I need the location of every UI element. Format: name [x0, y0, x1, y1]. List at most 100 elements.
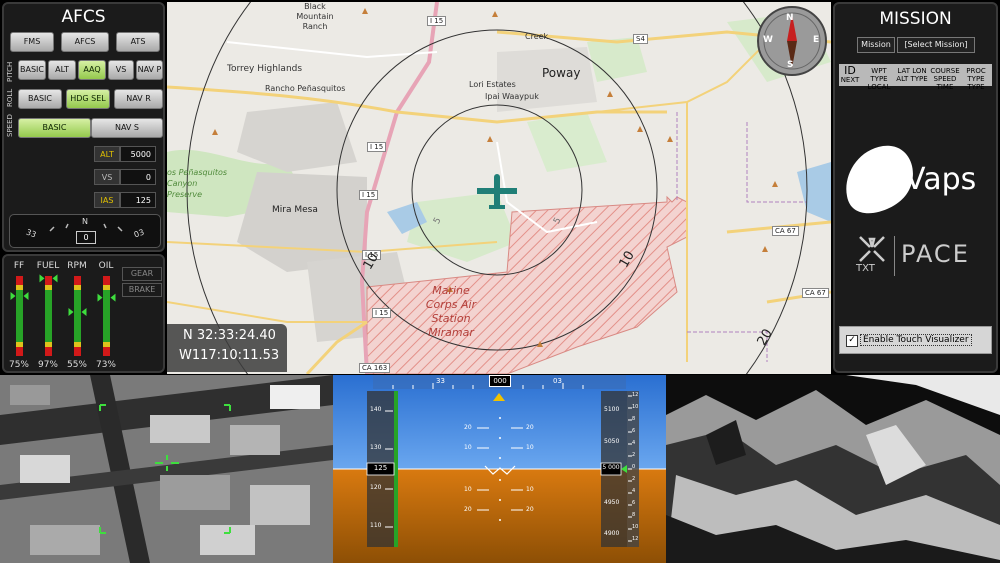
map-label-ipai: Ipai Waaypuk	[485, 92, 539, 101]
oil-gauge-pointer	[97, 293, 116, 302]
compass-w: W	[763, 35, 773, 45]
pfd-alt-4900: 4900	[604, 530, 620, 537]
rpm-gauge-value: 55%	[66, 360, 87, 370]
pfd-pitch-10-up-left: 10	[464, 444, 472, 451]
mission-panel: MISSION Mission [Select Mission] ID NEXT…	[833, 2, 998, 373]
pfd-pitch-20-down-left: 20	[464, 506, 472, 513]
afcs-title: AFCS	[61, 7, 106, 27]
mission-button[interactable]: Mission	[857, 37, 895, 53]
rpm-gauge-pointer	[68, 308, 87, 316]
fuel-gauge-pointer	[39, 274, 58, 283]
primary-flight-display[interactable]: 33 000 03 140 130 125 120 110 5100 5050 …	[333, 375, 666, 563]
road-label-i15-a: I 15	[427, 16, 447, 26]
pfd-pitch-20-down-right: 20	[526, 506, 534, 513]
speed-label: SPEED	[6, 114, 14, 137]
gear-indicator: GEAR	[122, 267, 162, 281]
sensor-video-right[interactable]	[666, 375, 1000, 563]
vs-readout-label: VS	[94, 169, 120, 185]
roll-label: ROLL	[6, 88, 14, 107]
pfd-speed-130: 130	[370, 444, 382, 451]
pfd-heading-current: 000	[489, 375, 511, 387]
ff-gauge-value: 75%	[8, 360, 29, 370]
map-label-poway: Poway	[542, 66, 581, 80]
pitch-basic-button[interactable]: BASIC	[18, 60, 46, 80]
oil-gauge-value: 73%	[95, 360, 116, 370]
heading-tape-center: N	[82, 217, 88, 226]
gauge-pointers	[10, 274, 116, 316]
roll-hdg-sel-button[interactable]: HDG SEL	[66, 89, 110, 109]
pfd-pitch-10-up-right: 10	[526, 444, 534, 451]
coordinates-readout: N 32:33:24.40 W117:10:11.53	[167, 324, 287, 372]
map-label-creek: Creek	[525, 32, 549, 41]
txt-logo-text: TXT	[856, 263, 875, 274]
pfd-speed-140: 140	[370, 406, 382, 413]
pfd-speed-110: 110	[370, 522, 382, 529]
latitude-text: N 32:33:24.40	[183, 328, 276, 343]
logo-divider	[894, 236, 895, 276]
sensor-video-right-image	[666, 375, 1000, 563]
road-label-i15-b: I 15	[367, 142, 387, 152]
road-label-ca67-a: CA 67	[772, 226, 799, 236]
compass-n: N	[786, 13, 794, 23]
txt-logo-icon	[859, 236, 885, 262]
moving-map[interactable]: Black Mountain Ranch Torrey Highlands Ra…	[167, 2, 831, 374]
road-label-s4: S4	[633, 34, 648, 44]
brake-indicator: BRAKE	[122, 283, 162, 297]
pfd-alt-4950: 4950	[604, 499, 620, 506]
ias-readout-value[interactable]: 125	[120, 192, 156, 208]
map-label-torrey: Torrey Highlands	[227, 64, 303, 74]
mission-title: MISSION	[879, 9, 952, 29]
pfd-alt-value: 5 000	[602, 464, 620, 471]
speed-basic-button[interactable]: BASIC	[18, 118, 91, 138]
touch-visualizer-toggle[interactable]: ✓ Enable Touch Visualizer	[839, 326, 992, 354]
afcs-button[interactable]: AFCS	[61, 32, 109, 52]
sensor-video-left[interactable]	[0, 375, 333, 563]
pfd-heading-33: 33	[436, 377, 445, 385]
ats-button[interactable]: ATS	[116, 32, 160, 52]
sensor-video-left-image	[0, 375, 333, 563]
alt-readout-label: ALT	[94, 146, 120, 162]
vaps-logo: Vaps	[905, 162, 977, 197]
fms-button[interactable]: FMS	[10, 32, 54, 52]
pfd-vs-scale: 12 10 8 6 4 2 0 2 4 6 8 10 12	[632, 392, 639, 542]
col-id: ID NEXT	[840, 64, 860, 84]
map-label-canyon-preserve: os Peñasquitos Canyon Preserve	[167, 168, 228, 199]
roll-nav-button[interactable]: NAV R	[114, 89, 163, 109]
ias-readout-label: IAS	[94, 192, 120, 208]
compass-e: E	[813, 35, 820, 45]
heading-tape-value: 0	[76, 231, 96, 244]
afcs-panel: AFCS FMS AFCS ATS PITCH BASIC ALT AAQ VS…	[2, 2, 165, 252]
vs-readout-value[interactable]: 0	[120, 169, 156, 185]
pitch-label: PITCH	[6, 61, 14, 82]
col-proc-type: PROC TYPE TYPE	[966, 67, 986, 91]
road-label-i15-e: I 15	[372, 308, 392, 318]
pfd-speed-120: 120	[370, 484, 382, 491]
pfd-pitch-10-down-left: 10	[464, 486, 472, 493]
compass-s: S	[787, 60, 794, 70]
heading-tape[interactable]: 33 N 03 0	[9, 214, 161, 248]
touch-visualizer-checkbox[interactable]: ✓	[846, 335, 858, 347]
alt-readout-value[interactable]: 5000	[120, 146, 156, 162]
map-label-black-mountain: Black Mountain Ranch	[296, 2, 334, 31]
fuel-gauge-value: 97%	[37, 360, 58, 370]
col-course-speed: COURSE SPEED TIME	[930, 67, 960, 91]
roll-basic-button[interactable]: BASIC	[18, 89, 62, 109]
select-mission-button[interactable]: [Select Mission]	[897, 37, 975, 53]
compass-rose[interactable]: N E S W	[757, 6, 827, 76]
pfd-pitch-10-down-right: 10	[526, 486, 534, 493]
map-label-penasquitos: Rancho Peñasquitos	[265, 84, 346, 93]
pitch-nav-button[interactable]: NAV P	[136, 60, 163, 80]
pitch-alt-button[interactable]: ALT	[48, 60, 76, 80]
pfd-pitch-20-up-left: 20	[464, 424, 472, 431]
road-label-ca67-b: CA 67	[802, 288, 829, 298]
pfd-pitch-20-up-right: 20	[526, 424, 534, 431]
pfd-heading-03: 03	[553, 377, 562, 385]
speed-nav-button[interactable]: NAV S	[91, 118, 163, 138]
longitude-text: W117:10:11.53	[179, 348, 280, 363]
map-base	[167, 2, 831, 374]
pitch-vs-button[interactable]: VS	[108, 60, 134, 80]
col-lat-lon: LAT LON ALT TYPE	[896, 67, 928, 83]
map-label-lori: Lori Estates	[469, 80, 516, 89]
pfd-alt-5050: 5050	[604, 438, 620, 445]
pitch-aaq-button[interactable]: AAQ	[78, 60, 106, 80]
